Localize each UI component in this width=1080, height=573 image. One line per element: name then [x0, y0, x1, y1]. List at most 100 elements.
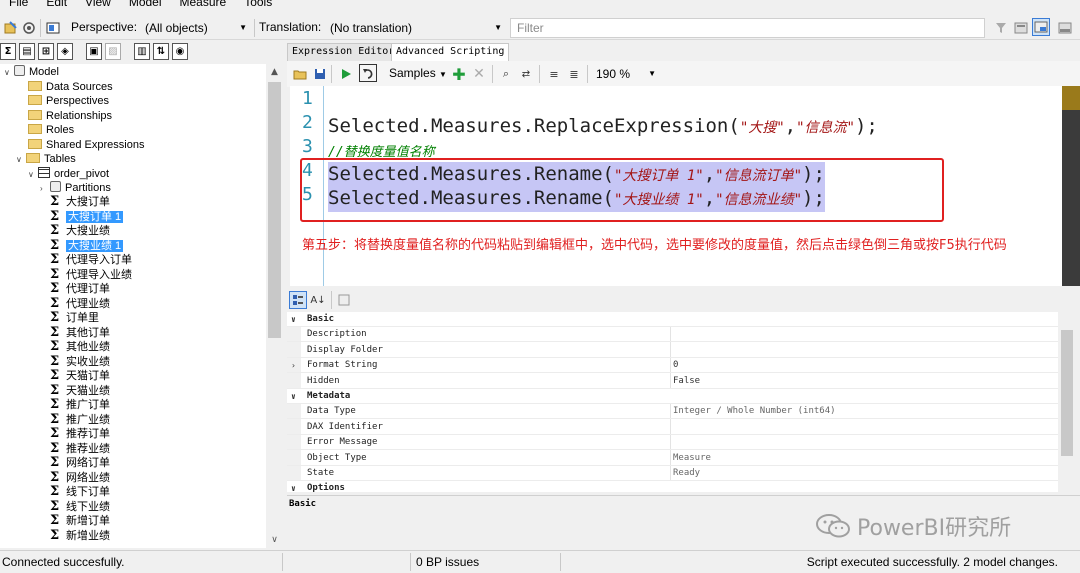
tree-node-measure[interactable]: Σ 大搜订单 1 [50, 209, 124, 224]
chevron-down-icon[interactable]: ∨ [291, 389, 296, 404]
editor-scrollbar[interactable] [1062, 86, 1080, 286]
property-row[interactable]: Hidden False [287, 374, 1058, 389]
property-category[interactable]: ∨ Options [287, 481, 1058, 492]
tree-node-measure[interactable]: Σ 代理订单 [50, 282, 110, 296]
property-row[interactable]: › Format String 0 [287, 358, 1058, 374]
deploy-icon[interactable] [20, 19, 38, 37]
tree-node-measure[interactable]: Σ 代理业绩 [50, 296, 110, 311]
replace-icon[interactable]: ⇄ [517, 65, 535, 83]
scroll-down-icon[interactable]: ∨ [266, 532, 283, 548]
scroll-thumb[interactable] [268, 82, 281, 338]
group-icon[interactable]: ◉ [172, 43, 188, 60]
tree-node-measure[interactable]: Σ 网络订单 [50, 456, 110, 470]
tree-scrollbar[interactable]: ▲ ∨ [266, 64, 283, 548]
comment-icon[interactable]: ≡ [545, 65, 563, 83]
view-pane-icon[interactable] [1056, 19, 1074, 37]
uncomment-icon[interactable]: ≣ [565, 65, 583, 83]
show-partitions-icon[interactable]: ◈ [57, 43, 73, 60]
property-row[interactable]: Error Message [287, 435, 1058, 451]
perspective-select[interactable]: (All objects) ▼ [140, 18, 252, 38]
property-row[interactable]: Display Folder [287, 343, 1058, 358]
scroll-thumb[interactable] [1061, 330, 1073, 456]
tree-node-data-sources[interactable]: Data Sources [28, 80, 113, 94]
chevron-right-icon[interactable]: › [40, 182, 50, 196]
show-translations-icon[interactable]: ▨ [105, 43, 121, 60]
property-value[interactable]: Integer / Whole Number (int64) [673, 404, 836, 419]
chevron-down-icon[interactable]: ∨ [291, 481, 296, 492]
tree-node-measure[interactable]: Σ 天猫业绩 [50, 383, 110, 398]
property-row[interactable]: State Ready [287, 466, 1058, 481]
tree-node-measure[interactable]: Σ 推广业绩 [50, 412, 110, 427]
tree-node-measure[interactable]: Σ 实收业绩 [50, 354, 110, 369]
property-value[interactable]: False [673, 374, 700, 389]
tree-node-measure[interactable]: Σ 天猫订单 [50, 369, 110, 383]
chevron-down-icon[interactable]: ∨ [28, 168, 38, 182]
tab-expression-editor[interactable]: Expression Editor [287, 43, 400, 61]
save-icon[interactable] [311, 65, 329, 83]
tree-node-measure[interactable]: Σ 推荐业绩 [50, 441, 110, 456]
property-category[interactable]: ∨ Metadata [287, 389, 1058, 404]
tree-node-measure[interactable]: Σ 代理导入业绩 [50, 267, 132, 282]
scroll-up-icon[interactable]: ▲ [266, 64, 283, 80]
tree-node-measure[interactable]: Σ 代理导入订单 [50, 253, 132, 267]
menu-model[interactable]: Model [120, 0, 171, 10]
tree-node-table[interactable]: ∨ order_pivot [28, 167, 109, 181]
tree-node-measure[interactable]: Σ 新增订单 [50, 514, 110, 528]
tree-node-tables[interactable]: ∨ Tables [16, 152, 76, 166]
show-columns-icon[interactable]: ▤ [19, 43, 35, 60]
find-icon[interactable]: ⌕ [497, 65, 515, 83]
tree-node-measure[interactable]: Σ 网络业绩 [50, 470, 110, 485]
property-scrollbar[interactable] [1058, 312, 1076, 492]
chevron-down-icon[interactable]: ∨ [291, 312, 296, 327]
property-value[interactable]: Measure [673, 451, 711, 466]
tab-advanced-scripting[interactable]: Advanced Scripting [391, 43, 510, 61]
alphabetical-icon[interactable]: A↓ [309, 291, 327, 309]
translation-select[interactable]: (No translation) ▼ [325, 18, 507, 38]
tree-node-measure[interactable]: Σ 线下业绩 [50, 499, 110, 514]
undo-icon[interactable] [359, 64, 377, 82]
run-icon[interactable] [337, 65, 355, 83]
tree-node-roles[interactable]: Roles [28, 123, 74, 137]
menu-view[interactable]: View [76, 0, 120, 10]
tree-node-model[interactable]: ∨ Model [4, 65, 59, 79]
tree-node-measure[interactable]: Σ 新增业绩 [50, 528, 110, 543]
menu-edit[interactable]: Edit [37, 0, 76, 10]
add-icon[interactable]: ✚ [450, 65, 468, 84]
property-row[interactable]: Data Type Integer / Whole Number (int64) [287, 404, 1058, 420]
connect-icon[interactable] [2, 19, 20, 37]
tree-node-measure[interactable]: Σ 大搜业绩 1 [50, 238, 124, 253]
tree-node-measure[interactable]: Σ 推广订单 [50, 398, 110, 412]
tree-node-measure[interactable]: Σ 大搜业绩 [50, 224, 110, 238]
show-measures-icon[interactable]: Σ [0, 43, 16, 60]
property-value[interactable]: Ready [673, 466, 700, 481]
open-icon[interactable] [291, 65, 309, 83]
property-value[interactable]: 0 [673, 358, 678, 373]
perspective-icon[interactable] [44, 19, 62, 37]
sort-icon[interactable]: ⇅ [153, 43, 169, 60]
property-row[interactable]: Object Type Measure [287, 451, 1058, 466]
display-folders-icon[interactable]: ▥ [134, 43, 150, 60]
chevron-down-icon[interactable]: ∨ [4, 66, 14, 80]
samples-dropdown[interactable]: Samples ▼ [389, 62, 447, 86]
funnel-icon[interactable] [992, 19, 1010, 37]
delete-icon[interactable]: ✕ [470, 65, 488, 83]
show-hidden-icon[interactable]: ▣ [86, 43, 102, 60]
tree-node-relationships[interactable]: Relationships [28, 109, 112, 123]
tree-node-measure[interactable]: Σ 线下订单 [50, 485, 110, 499]
menu-file[interactable]: File [0, 0, 37, 10]
property-pages-icon[interactable] [335, 291, 353, 309]
tree-node-measure[interactable]: Σ 大搜订单 [50, 195, 110, 209]
scroll-thumb[interactable] [1062, 86, 1080, 110]
menu-measure[interactable]: Measure [171, 0, 236, 10]
zoom-select[interactable]: 190 % ▼ [591, 64, 661, 84]
filter-input[interactable]: Filter [510, 18, 985, 38]
tree-node-measure[interactable]: Σ 其他业绩 [50, 340, 110, 354]
chevron-down-icon[interactable]: ∨ [16, 153, 26, 167]
property-category[interactable]: ∨ Basic [287, 312, 1058, 327]
tree-node-shared-expressions[interactable]: Shared Expressions [28, 138, 144, 152]
tree-node-perspectives[interactable]: Perspectives [28, 94, 109, 108]
menu-tools[interactable]: Tools [235, 0, 281, 10]
tree-node-measure[interactable]: Σ 订单里 [50, 311, 99, 325]
property-row[interactable]: Description [287, 327, 1058, 343]
view-list-icon[interactable] [1012, 19, 1030, 37]
